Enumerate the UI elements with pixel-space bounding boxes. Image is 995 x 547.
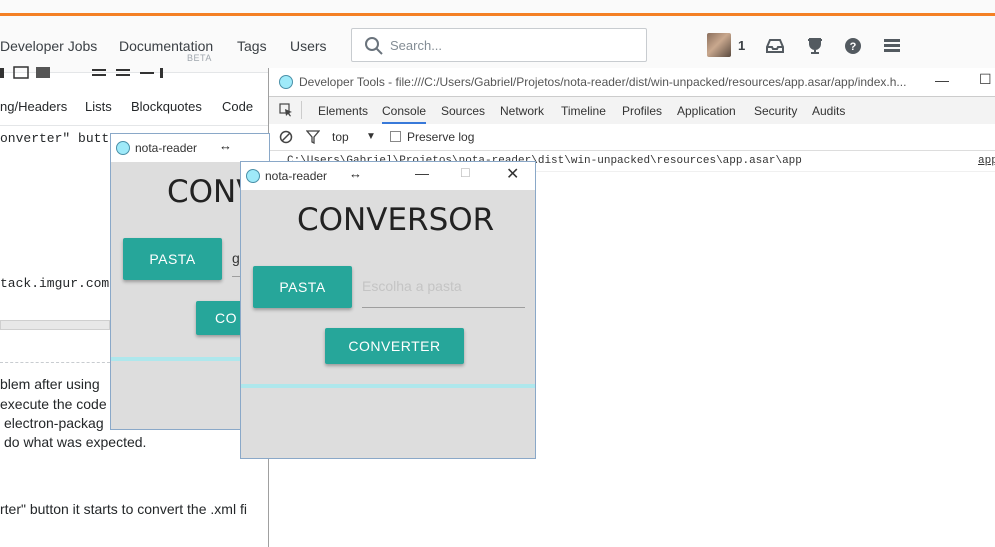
search-placeholder: Search... xyxy=(390,38,443,53)
resize-arrows-icon: ↔ xyxy=(219,138,232,153)
nav-documentation[interactable]: Documentation xyxy=(119,38,213,54)
toolbar-divider xyxy=(301,101,302,119)
search-input[interactable]: Search... xyxy=(351,28,647,62)
avatar[interactable] xyxy=(707,33,731,57)
pasta-button[interactable]: PASTA xyxy=(253,266,352,308)
app-title-front: nota-reader xyxy=(265,169,328,183)
tab-security[interactable]: Security xyxy=(754,104,797,118)
tab-network[interactable]: Network xyxy=(500,104,544,118)
editor-tab-code[interactable]: Code xyxy=(222,99,253,114)
tab-application[interactable]: Application xyxy=(677,104,736,118)
post-text-execute: execute the code xyxy=(0,396,107,412)
resize-arrows-icon: ↔ xyxy=(349,166,362,181)
editor-toolbar-icons[interactable] xyxy=(0,66,165,80)
maximize-icon[interactable]: ☐ xyxy=(979,71,992,88)
close-icon[interactable]: ✕ xyxy=(506,164,519,184)
convert-button[interactable]: CONVERTER xyxy=(325,328,464,364)
app-titlebar-front[interactable]: nota-reader ↔ — ☐ ✕ xyxy=(241,162,535,190)
devtools-tabbar: Elements Console Sources Network Timelin… xyxy=(269,96,995,125)
post-text-problem: blem after using xyxy=(0,376,100,392)
svg-text:?: ? xyxy=(850,41,857,53)
nav-users[interactable]: Users xyxy=(290,38,327,54)
site-switcher-icon[interactable] xyxy=(882,36,902,56)
electron-logo-icon xyxy=(116,141,130,155)
code-horizontal-scrollbar[interactable] xyxy=(0,320,110,330)
filter-icon[interactable] xyxy=(306,130,320,144)
post-text-electron: electron-packag xyxy=(4,415,104,431)
inspect-element-icon[interactable] xyxy=(279,103,293,117)
electron-logo-icon xyxy=(279,75,293,89)
minimize-icon[interactable]: — xyxy=(935,72,949,88)
nav-developer-jobs[interactable]: Developer Jobs xyxy=(0,38,97,54)
electron-logo-icon xyxy=(246,169,260,183)
editor-tab-lists[interactable]: Lists xyxy=(85,99,112,114)
console-toolbar: top ▼ Preserve log xyxy=(269,124,995,151)
devtools-titlebar[interactable]: Developer Tools - file:///C:/Users/Gabri… xyxy=(269,68,995,96)
trophy-icon[interactable] xyxy=(805,36,825,56)
folder-input[interactable]: Escolha a pasta xyxy=(362,278,525,308)
devtools-title: Developer Tools - file:///C:/Users/Gabri… xyxy=(299,75,907,89)
preserve-log-label: Preserve log xyxy=(407,130,475,144)
progress-divider xyxy=(241,384,535,388)
post-text-last-line: rter" button it starts to convert the .x… xyxy=(0,501,247,517)
nav-tags[interactable]: Tags xyxy=(237,38,267,54)
post-text-imgur: tack.imgur.com/ xyxy=(0,276,118,291)
tab-audits[interactable]: Audits xyxy=(812,104,845,118)
app-window-front: nota-reader ↔ — ☐ ✕ CONVERSOR PASTA Esco… xyxy=(240,161,536,459)
maximize-icon[interactable]: ☐ xyxy=(460,166,471,180)
tab-elements[interactable]: Elements xyxy=(318,104,368,118)
editor-tab-blockquotes[interactable]: Blockquotes xyxy=(131,99,202,114)
help-icon[interactable]: ? xyxy=(843,36,863,56)
tab-timeline[interactable]: Timeline xyxy=(561,104,606,118)
tab-sources[interactable]: Sources xyxy=(441,104,485,118)
reputation-count: 1 xyxy=(738,38,746,53)
chevron-down-icon[interactable]: ▼ xyxy=(366,131,376,142)
app-title-back: nota-reader xyxy=(135,141,198,155)
minimize-icon[interactable]: — xyxy=(415,165,429,181)
post-divider xyxy=(0,362,110,363)
nav-beta-badge: BETA xyxy=(187,53,212,63)
editor-tabs-separator xyxy=(0,125,268,126)
clear-console-icon[interactable] xyxy=(279,130,293,144)
app-heading-front: CONVERSOR xyxy=(297,202,495,238)
inbox-icon[interactable] xyxy=(765,36,785,56)
post-text-converter: onverter" butto xyxy=(0,131,118,146)
editor-tab-headers[interactable]: ng/Headers xyxy=(0,99,67,114)
tab-console[interactable]: Console xyxy=(382,104,427,124)
pasta-button-back[interactable]: PASTA xyxy=(123,238,222,280)
search-icon xyxy=(365,37,383,55)
app-titlebar-back[interactable]: nota-reader ↔ xyxy=(111,134,269,162)
context-selector[interactable]: top xyxy=(332,130,349,144)
console-source-link[interactable]: app xyxy=(978,155,995,167)
post-text-expected: do what was expected. xyxy=(4,434,147,450)
browser-top-strip xyxy=(0,0,995,14)
tab-profiles[interactable]: Profiles xyxy=(622,104,662,118)
preserve-log-checkbox[interactable] xyxy=(390,131,401,142)
